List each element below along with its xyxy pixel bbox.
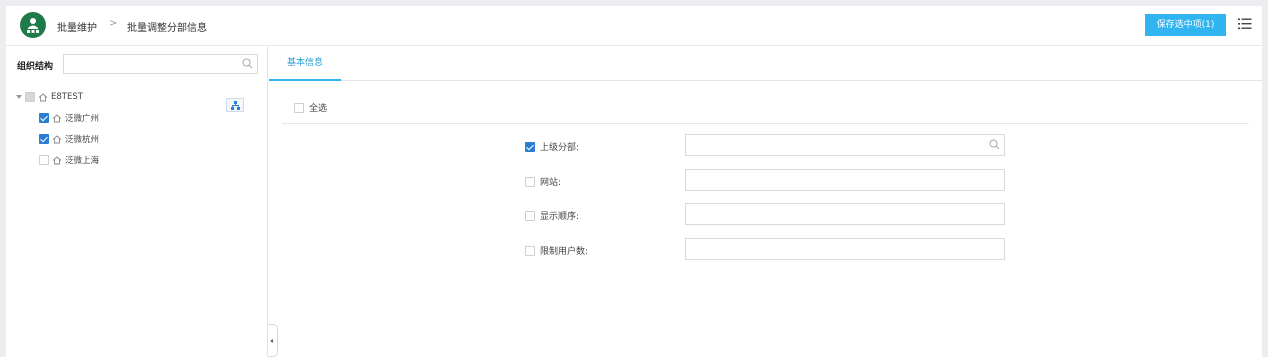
home-icon [38, 92, 48, 101]
field-checkbox-parent-branch[interactable] [525, 141, 535, 152]
field-user-limit-row[interactable]: 限制用户数: [525, 244, 588, 257]
select-all-label: 全选 [309, 104, 328, 114]
select-all-checkbox[interactable] [294, 102, 304, 113]
tree-node-hangzhou[interactable]: 泛微杭州 [39, 132, 99, 146]
home-icon [52, 155, 62, 164]
home-icon [52, 134, 62, 143]
caret-down-icon[interactable] [16, 95, 22, 99]
org-search-input[interactable] [63, 54, 258, 74]
tab-bar: 基本信息 [269, 46, 1262, 81]
field-label: 限制用户数: [540, 247, 589, 257]
field-checkbox-user-limit[interactable] [525, 245, 535, 256]
field-display-order-row[interactable]: 显示顺序: [525, 209, 579, 222]
search-icon[interactable] [242, 58, 253, 69]
org-chart-button[interactable] [226, 98, 244, 112]
list-menu-icon[interactable] [1238, 18, 1252, 30]
tree-node-label: 泛微杭州 [65, 135, 100, 145]
field-checkbox-display-order[interactable] [525, 210, 535, 221]
tree-checkbox-shanghai[interactable] [39, 155, 49, 165]
person-network-icon [20, 12, 46, 38]
tree-checkbox-e8test[interactable] [25, 92, 35, 102]
tree-node-label: 泛微上海 [65, 156, 100, 166]
field-label: 显示顺序: [540, 212, 580, 222]
breadcrumb-separator: > [109, 18, 118, 29]
org-tree-panel: 组织结构 E8TEST 泛微广州 泛微杭州 泛微上海 [6, 46, 268, 357]
app-window: 批量维护 > 批量调整分部信息 保存选中项(1) 组织结构 E8TEST 泛微广… [6, 6, 1262, 357]
field-label: 上级分部: [540, 143, 580, 153]
select-all-toggle[interactable]: 全选 [294, 101, 327, 114]
display-order-input[interactable] [685, 203, 1005, 225]
tree-node-guangzhou[interactable]: 泛微广州 [39, 111, 99, 125]
tree-node-shanghai[interactable]: 泛微上海 [39, 153, 99, 167]
header-bar: 批量维护 > 批量调整分部信息 保存选中项(1) [6, 6, 1262, 46]
tree-node-label: 泛微广州 [65, 114, 100, 124]
tree-node-e8test[interactable]: E8TEST [16, 90, 83, 104]
parent-branch-input[interactable] [685, 134, 1005, 156]
org-chart-icon [231, 101, 240, 110]
save-selected-button[interactable]: 保存选中项(1) [1145, 14, 1226, 36]
breadcrumb-item-current: 批量调整分部信息 [127, 23, 207, 34]
home-icon [52, 113, 62, 122]
breadcrumb-item-batch-maintenance[interactable]: 批量维护 [57, 19, 97, 34]
field-checkbox-website[interactable] [525, 176, 535, 187]
divider [282, 123, 1249, 124]
main-panel: 基本信息 全选 上级分部: 网站: 显示顺序: 限制用户数: [269, 46, 1262, 357]
field-label: 网站: [540, 178, 562, 188]
search-icon[interactable] [989, 139, 1000, 150]
org-structure-label: 组织结构 [17, 62, 54, 72]
user-limit-input[interactable] [685, 238, 1005, 260]
website-input[interactable] [685, 169, 1005, 191]
tab-basic-info[interactable]: 基本信息 [269, 46, 341, 81]
field-website-row[interactable]: 网站: [525, 175, 561, 188]
tree-node-label: E8TEST [51, 92, 83, 102]
tree-checkbox-hangzhou[interactable] [39, 134, 49, 144]
tree-checkbox-guangzhou[interactable] [39, 113, 49, 123]
field-parent-branch-row[interactable]: 上级分部: [525, 140, 579, 153]
